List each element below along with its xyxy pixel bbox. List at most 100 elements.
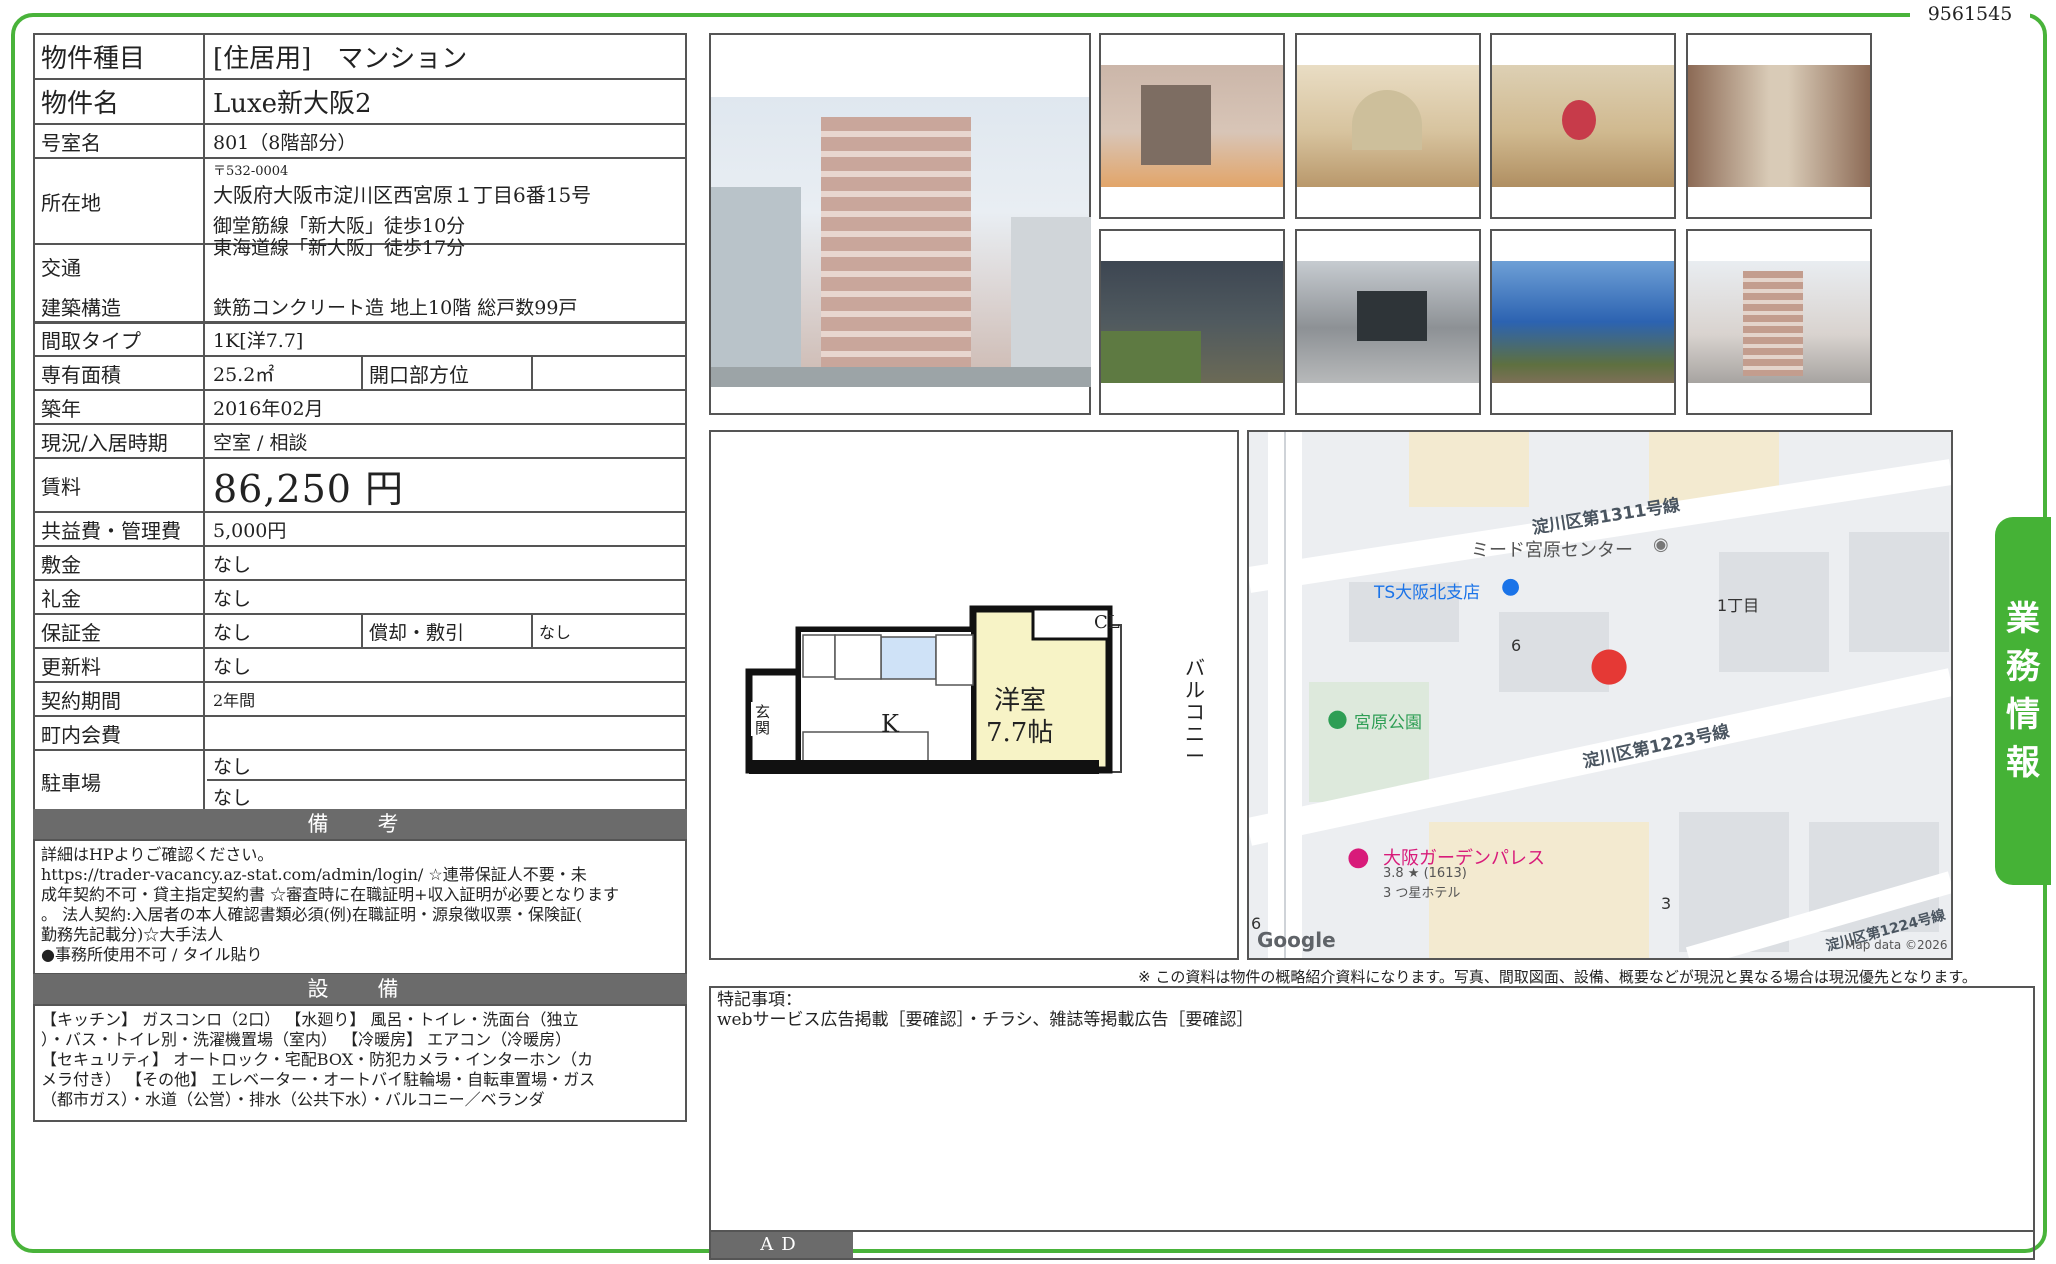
hotel-rating: 3.8 ★ (1613) xyxy=(1383,866,1467,881)
rent-label: 賃料 xyxy=(35,459,205,511)
renewal-label: 更新料 xyxy=(35,649,205,681)
street-photo[interactable] xyxy=(1295,229,1481,415)
area-label: 専有面積 xyxy=(35,357,205,389)
built-value: 2016年02月 xyxy=(213,397,324,420)
opening-label: 開口部方位 xyxy=(363,357,533,389)
business-info-tab[interactable]: 業務情報 xyxy=(1995,517,2051,885)
parking-label: 駐車場 xyxy=(35,751,205,811)
structure-value: 鉄筋コンクリート造 地上10階 総戸数99戸 xyxy=(213,296,578,319)
lobby-flower-photo[interactable] xyxy=(1490,33,1676,219)
row-type: 物件種目 [住居用] マンション xyxy=(35,35,685,80)
row-town: 町内会費 xyxy=(35,717,685,751)
row-rent: 賃料 86,250 円 xyxy=(35,459,685,513)
guarantee-value: なし xyxy=(207,615,363,647)
amort-label: 償却・敷引 xyxy=(363,615,533,647)
name-label: 物件名 xyxy=(35,80,205,123)
row-renewal: 更新料 なし xyxy=(35,649,685,683)
lobby-photo[interactable] xyxy=(1295,33,1481,219)
poi-miyahara-park[interactable]: 宮原公園 xyxy=(1354,708,1422,733)
block-number: 6 xyxy=(1511,636,1522,655)
amort-value: なし xyxy=(539,623,572,642)
equipment-header: 設 備 xyxy=(33,974,687,1004)
special-notes-label: 特記事項： xyxy=(717,990,802,1010)
parking-value-2: なし xyxy=(213,786,252,809)
poi-ts-osaka[interactable]: TS大阪北支店 xyxy=(1374,578,1480,603)
hotel-class: 3 つ星ホテル xyxy=(1383,886,1461,901)
equipment-line: （都市ガス）・水道（公営）・排水（公共下水）・バルコニー／ベランダ xyxy=(41,1090,545,1109)
term-label: 契約期間 xyxy=(35,683,205,715)
town-value xyxy=(207,717,685,749)
room-size-label: 7.7帖 xyxy=(986,718,1054,748)
row-fee: 共益費・管理費 5,000円 xyxy=(35,513,685,547)
property-info-table: 物件種目 [住居用] マンション 物件名 Luxe新大阪2 号室名 801（8階… xyxy=(33,33,687,811)
row-keymoney: 礼金 なし xyxy=(35,581,685,615)
google-logo: Google xyxy=(1257,928,1336,952)
remarks-line: 。 法人契約:入居者の本人確認書類必須(例)在職証明・源泉徴収票・保険証( xyxy=(41,905,583,924)
disclaimer-note: ※ この資料は物件の概略紹介資料になります。写真、間取図面、設備、概要などが現況… xyxy=(1138,968,1977,986)
hotel-marker-icon: ● xyxy=(1347,842,1370,872)
fee-value: 5,000円 xyxy=(213,519,287,542)
property-location-pin-icon: ● xyxy=(1589,636,1630,690)
layout-label: 間取タイプ xyxy=(35,324,205,355)
built-label: 築年 xyxy=(35,391,205,423)
equipment-line: 【セキュリティ】 オートロック・宅配BOX・防犯カメラ・インターホン（カ xyxy=(41,1050,594,1069)
fee-label: 共益費・管理費 xyxy=(35,513,205,545)
row-room: 号室名 801（8階部分） xyxy=(35,125,685,159)
rent-value: 86,250 円 xyxy=(213,466,405,511)
special-notes-content: 特記事項： webサービス広告掲載［要確認］・チラシ、雑誌等掲載広告［要確認］ xyxy=(717,990,1253,1030)
floor-plan[interactable]: 洋室 7.7帖 CL K 玄関 バルコニー xyxy=(709,430,1239,960)
remarks-header: 備 考 xyxy=(33,809,687,839)
structure-label: 建築構造 xyxy=(35,290,205,322)
equipment-line: メラ付き） 【その他】 エレベーター・オートバイ駐輪場・自転車置場・ガス xyxy=(41,1070,596,1089)
row-deposit: 敷金 なし xyxy=(35,547,685,581)
bank-building-photo[interactable] xyxy=(1490,229,1676,415)
zip-code: 〒532-0004 xyxy=(213,164,289,179)
remarks-line: 詳細はHPよりご確認ください。 xyxy=(41,845,274,864)
special-notes-text: webサービス広告掲載［要確認］・チラシ、雑誌等掲載広告［要確認］ xyxy=(717,1010,1254,1030)
building-exterior-photo[interactable] xyxy=(1686,229,1872,415)
row-status: 現況/入居時期 空室 / 相談 xyxy=(35,425,685,459)
bank-marker-icon: ● xyxy=(1501,574,1521,599)
room-label: 号室名 xyxy=(35,125,205,157)
row-structure: 建築構造 鉄筋コンクリート造 地上10階 総戸数99戸 xyxy=(35,290,685,324)
remarks-line: 成年契約不可・貸主指定契約書 ☆審査時に在職証明+収入証明が必要となります xyxy=(41,885,620,904)
row-term: 契約期間 2年間 xyxy=(35,683,685,717)
type-label: 物件種目 xyxy=(35,35,205,78)
ad-label: AD xyxy=(711,1232,853,1258)
area-label: 1丁目 xyxy=(1717,596,1760,615)
row-built: 築年 2016年02月 xyxy=(35,391,685,425)
layout-value: 1K[洋7.7] xyxy=(213,330,304,352)
row-guarantee: 保証金 なし 償却・敷引 なし xyxy=(35,615,685,649)
type-value: [住居用] マンション xyxy=(213,44,468,74)
town-label: 町内会費 xyxy=(35,717,205,749)
poi-meed-center[interactable]: ミード宮原センター xyxy=(1471,536,1633,562)
status-label: 現況/入居時期 xyxy=(35,425,205,457)
remarks-line: https://trader-vacancy.az-stat.com/admin… xyxy=(41,865,587,884)
equipment-line: 【キッチン】 ガスコンロ（2口） 【水廻り】 風呂・トイレ・洗面台（独立 xyxy=(41,1010,579,1029)
main-building-photo[interactable] xyxy=(709,33,1091,415)
corridor-photo[interactable] xyxy=(1686,33,1872,219)
area-value: 25.2㎡ xyxy=(207,357,363,389)
room-value: 801（8階部分） xyxy=(213,131,357,154)
entrance-photo[interactable] xyxy=(1099,33,1285,219)
deposit-value: なし xyxy=(213,553,252,576)
park-marker-icon: ● xyxy=(1327,704,1348,732)
opening-value xyxy=(533,357,685,389)
map-copyright: Map data ©2026 xyxy=(1845,938,1948,952)
row-name: 物件名 Luxe新大阪2 xyxy=(35,80,685,125)
address-text: 大阪府大阪市淀川区西宮原１丁目6番15号 xyxy=(213,183,592,207)
parking-value-1: なし xyxy=(207,751,685,781)
street-shop-photo[interactable] xyxy=(1099,229,1285,415)
deposit-label: 敷金 xyxy=(35,547,205,579)
remarks-line: ●事務所使用不可 / タイル貼り xyxy=(41,945,263,964)
location-map[interactable]: 淀川区第1311号線 淀川区第1223号線 淀川区第1224号線 ミード宮原セン… xyxy=(1247,430,1953,960)
equipment-line: ）・バス・トイレ別・洗濯機置場（室内） 【冷暖房】 エアコン（冷暖房） xyxy=(41,1030,572,1049)
equipment-box: 【キッチン】 ガスコンロ（2口） 【水廻り】 風呂・トイレ・洗面台（独立 ）・バ… xyxy=(33,1004,687,1122)
business-info-tab-label: 業務情報 xyxy=(2006,599,2040,783)
keymoney-label: 礼金 xyxy=(35,581,205,613)
traffic-line-1: 御堂筋線「新大阪」徒歩10分 xyxy=(213,215,466,237)
poi-meed-marker-icon: ◉ xyxy=(1653,534,1669,555)
block-number: 3 xyxy=(1661,894,1672,913)
kitchen-label: K xyxy=(881,710,899,738)
document-id: 9561545 xyxy=(1910,0,2030,28)
